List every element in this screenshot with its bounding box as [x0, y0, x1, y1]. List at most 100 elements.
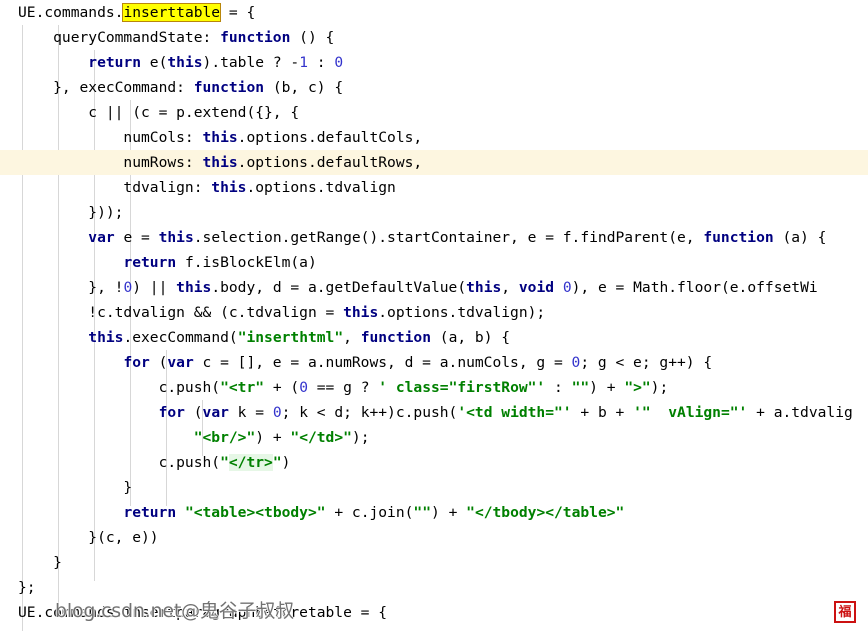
code-token: c.push( — [18, 454, 221, 471]
code-token: "<table><tbody>" — [184, 504, 326, 521]
code-token: ) + — [589, 379, 625, 396]
code-token: UE.commands.insertparagraphbeforetable =… — [18, 604, 388, 621]
code-token: for — [158, 404, 185, 421]
code-token: .execCommand( — [123, 329, 238, 346]
code-token: }, execCommand: — [18, 79, 194, 96]
code-token: for — [123, 354, 150, 371]
code-line[interactable]: tdvalign: this.options.tdvalign — [0, 175, 868, 200]
code-token: tdvalign: — [18, 179, 212, 196]
code-line[interactable]: c.push("</tr>") — [0, 450, 868, 475]
code-token: ( — [149, 354, 168, 371]
code-token: var — [167, 354, 194, 371]
code-token: .options.defaultCols, — [237, 129, 423, 146]
code-token: this — [211, 179, 247, 196]
code-token: void — [518, 279, 555, 296]
code-line[interactable]: UE.commands.insertparagraphbeforetable =… — [0, 600, 868, 625]
fu-seal-glyph: 福 — [838, 604, 852, 620]
code-editor-viewport[interactable]: UE.commands.inserttable = { queryCommand… — [0, 0, 868, 631]
code-line[interactable]: } — [0, 475, 868, 500]
code-token: ) || — [132, 279, 177, 296]
code-line[interactable]: }, execCommand: function (b, c) { — [0, 75, 868, 100]
code-content[interactable]: UE.commands.inserttable = { queryCommand… — [0, 0, 868, 625]
code-token: '" vAlign="' — [633, 404, 748, 421]
code-token: var — [202, 404, 229, 421]
code-token: () { — [290, 29, 335, 46]
code-line[interactable]: c || (c = p.extend({}, { — [0, 100, 868, 125]
code-token: "inserthtml" — [237, 329, 344, 346]
code-line[interactable]: "<br/>") + "</td>"); — [0, 425, 868, 450]
code-line[interactable]: return f.isBlockElm(a) — [0, 250, 868, 275]
code-token: c = [], e = a.numRows, d = a.numCols, g … — [193, 354, 572, 371]
code-token: = { — [220, 4, 256, 21]
code-line[interactable]: var e = this.selection.getRange().startC… — [0, 225, 868, 250]
code-token: ); — [351, 429, 370, 446]
code-token: ), e = Math.floor(e.offsetWi — [571, 279, 818, 296]
code-token: == g ? — [307, 379, 379, 396]
code-token: function — [360, 329, 431, 346]
code-token: }, ! — [18, 279, 124, 296]
code-line[interactable]: return "<table><tbody>" + c.join("") + "… — [0, 500, 868, 525]
code-token: " — [220, 454, 229, 471]
code-token: return — [123, 504, 177, 521]
code-token: this — [176, 279, 212, 296]
code-token: '<td width="' — [457, 404, 572, 421]
code-token: this — [88, 329, 124, 346]
code-token: .selection.getRange().startContainer, e … — [193, 229, 704, 246]
code-token: , — [343, 329, 361, 346]
code-token: numRows: — [18, 154, 203, 171]
code-token: 0 — [272, 404, 282, 421]
code-line[interactable]: queryCommandState: function () { — [0, 25, 868, 50]
code-token: ) + — [255, 429, 291, 446]
code-token: function — [220, 29, 291, 46]
code-token: ; g < e; g++) { — [580, 354, 713, 371]
code-line[interactable]: }; — [0, 575, 868, 600]
search-match-token: inserttable — [122, 3, 222, 22]
code-token: function — [193, 79, 265, 96]
code-token: e( — [141, 54, 168, 71]
code-token: 0 — [334, 54, 344, 71]
code-line[interactable]: numCols: this.options.defaultCols, — [0, 125, 868, 150]
code-line[interactable]: this.execCommand("inserthtml", function … — [0, 325, 868, 350]
code-token: ">" — [624, 379, 651, 396]
code-token: : — [307, 54, 335, 71]
code-token: + b + — [571, 404, 634, 421]
code-token: ) + — [431, 504, 467, 521]
code-line[interactable]: }, !0) || this.body, d = a.getDefaultVal… — [0, 275, 868, 300]
code-line[interactable]: for (var c = [], e = a.numRows, d = a.nu… — [0, 350, 868, 375]
code-token: " — [272, 454, 282, 471]
code-token: + a.tdvalig — [747, 404, 853, 421]
code-token: ).table ? - — [202, 54, 300, 71]
code-line[interactable]: return e(this).table ? -1 : 0 — [0, 50, 868, 75]
code-token: (a, b) { — [431, 329, 511, 346]
code-token: 0 — [299, 379, 308, 396]
code-token: + c.join( — [325, 504, 414, 521]
code-line[interactable]: for (var k = 0; k < d; k++)c.push('<td w… — [0, 400, 868, 425]
code-token: return — [88, 54, 142, 71]
code-token: "<br/>" — [193, 429, 256, 446]
code-token: "</tbody></table>" — [466, 504, 625, 521]
code-token: .options.tdvalign); — [378, 304, 546, 321]
code-line[interactable]: c.push("<tr" + (0 == g ? ' class="firstR… — [0, 375, 868, 400]
code-token: }; — [18, 579, 36, 596]
code-token: function — [703, 229, 774, 246]
code-token: var — [88, 229, 115, 246]
code-line[interactable]: UE.commands.inserttable = { — [0, 0, 868, 25]
code-token: queryCommandState: — [18, 29, 221, 46]
code-token: ' class="firstRow"' — [378, 379, 546, 396]
code-line[interactable]: } — [0, 550, 868, 575]
search-match-token: </tr> — [228, 454, 273, 471]
code-token: "" — [413, 504, 431, 521]
code-token: numCols: — [18, 129, 203, 146]
code-token: k = — [228, 404, 273, 421]
code-line[interactable]: }(c, e)) — [0, 525, 868, 550]
code-line[interactable]: })); — [0, 200, 868, 225]
code-token: this — [343, 304, 379, 321]
code-token: e = — [114, 229, 159, 246]
code-line[interactable]: numRows: this.options.defaultRows, — [0, 150, 868, 175]
code-line[interactable]: !c.tdvalign && (c.tdvalign = this.option… — [0, 300, 868, 325]
